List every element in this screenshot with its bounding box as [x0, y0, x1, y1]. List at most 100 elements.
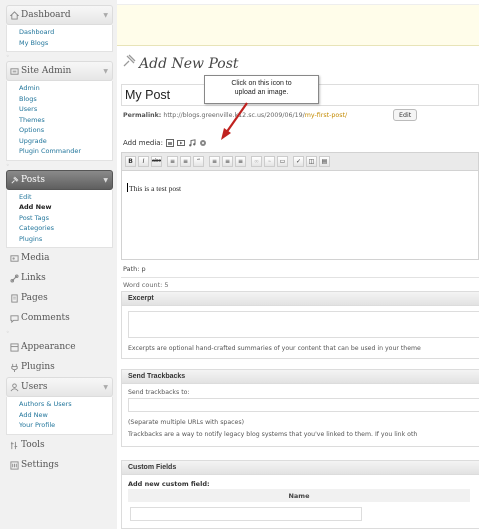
add-media-row: Add media:: [123, 139, 207, 147]
custom-field-name-header: Name: [128, 489, 470, 502]
submenu-item-themes[interactable]: Themes: [19, 115, 112, 126]
add-media-icon[interactable]: [199, 139, 207, 147]
submenu-item-plugin-commander[interactable]: Plugin Commander: [19, 146, 112, 157]
permalink-slug[interactable]: my-first-post/: [305, 112, 347, 119]
submenu-item-upgrade[interactable]: Upgrade: [19, 136, 112, 147]
menu-separator: ◦: [6, 53, 10, 60]
menu-posts[interactable]: Posts ▼: [6, 169, 113, 190]
add-image-icon[interactable]: [165, 139, 174, 147]
menu-dashboard[interactable]: Dashboard ▼: [6, 5, 113, 25]
submenu-site-admin: Admin Blogs Users Themes Options Upgrade…: [6, 81, 113, 161]
menu-comments[interactable]: Comments: [6, 308, 113, 328]
menu-users[interactable]: Users ▼: [6, 377, 113, 397]
menu-dashboard-label: Dashboard: [21, 10, 71, 20]
submenu-item-admin[interactable]: Admin: [19, 83, 112, 94]
plugins-icon: [11, 363, 18, 372]
submenu-item-add-new-user[interactable]: Add New: [19, 410, 112, 421]
excerpt-textarea[interactable]: [128, 311, 479, 338]
tools-icon: [10, 441, 18, 449]
menu-tools[interactable]: Tools: [6, 435, 113, 455]
submenu-item-edit[interactable]: Edit: [19, 192, 112, 203]
menu-settings[interactable]: Settings: [6, 455, 113, 475]
custom-field-name-input[interactable]: [130, 507, 362, 521]
menu-site-admin-label: Site Admin: [21, 66, 72, 76]
menu-users-label: Users: [21, 382, 48, 392]
strikethrough-button[interactable]: abc: [151, 156, 162, 167]
spellcheck-button[interactable]: ✓: [293, 156, 304, 167]
callout-line-2: upload an image.: [234, 89, 289, 96]
trackbacks-help: Trackbacks are a way to notify legacy bl…: [128, 431, 418, 438]
align-right-button[interactable]: ≡: [235, 156, 246, 167]
numbered-list-button[interactable]: ≡: [180, 156, 191, 167]
custom-fields-box: Custom Fields Add new custom field: Name: [121, 460, 479, 529]
pages-icon: [11, 294, 18, 303]
menu-posts-label: Posts: [21, 174, 45, 185]
add-audio-icon[interactable]: [188, 139, 196, 147]
editor-content[interactable]: This is a test post: [127, 183, 181, 193]
menu-media[interactable]: Media: [6, 248, 113, 268]
pin-icon: [123, 54, 136, 67]
submenu-item-your-profile[interactable]: Your Profile: [19, 420, 112, 431]
post-editor[interactable]: This is a test post: [121, 170, 479, 260]
word-count: Word count: 5: [121, 277, 479, 290]
edit-permalink-button[interactable]: Edit: [393, 109, 418, 121]
chevron-down-icon[interactable]: ▼: [103, 384, 108, 391]
editor-text: This is a test post: [129, 184, 182, 193]
chevron-down-icon[interactable]: ▼: [103, 12, 108, 19]
pin-icon: [11, 176, 19, 184]
excerpt-box: Excerpt Excerpts are optional hand-craft…: [121, 291, 479, 359]
more-tag-button[interactable]: ▭: [277, 156, 288, 167]
menu-site-admin[interactable]: Site Admin ▼: [6, 61, 113, 81]
submenu-item-users[interactable]: Users: [19, 104, 112, 115]
trackbacks-box-title[interactable]: Send Trackbacks: [122, 370, 479, 384]
trackbacks-note: (Separate multiple URLs with spaces): [128, 419, 244, 426]
trackbacks-input[interactable]: [128, 398, 479, 412]
submenu-item-add-new[interactable]: Add New: [19, 202, 112, 213]
kitchen-sink-button[interactable]: ▤: [319, 156, 330, 167]
editor-toolbar: B I abc ≡ ≡ “ ≡ ≡ ≡ ∞ ⌁ ▭ ✓ ◫ ▤: [121, 152, 479, 170]
menu-links-label: Links: [21, 273, 46, 283]
menu-tools-label: Tools: [21, 439, 45, 450]
submenu-item-post-tags[interactable]: Post Tags: [19, 213, 112, 224]
submenu-dashboard: Dashboard My Blogs: [6, 25, 113, 52]
menu-pages[interactable]: Pages: [6, 288, 113, 308]
italic-button[interactable]: I: [138, 156, 149, 167]
submenu-item-authors-users[interactable]: Authors & Users: [19, 399, 112, 410]
menu-appearance-label: Appearance: [21, 342, 76, 352]
add-video-icon[interactable]: [176, 139, 185, 147]
chevron-down-icon[interactable]: ▼: [103, 68, 108, 75]
menu-separator: ◦: [6, 161, 10, 169]
menu-links[interactable]: Links: [6, 268, 113, 288]
excerpt-box-title[interactable]: Excerpt: [122, 292, 479, 306]
settings-icon: [10, 460, 19, 470]
media-icon: [10, 255, 19, 262]
submenu-item-my-blogs[interactable]: My Blogs: [19, 38, 112, 49]
submenu-item-categories[interactable]: Categories: [19, 223, 112, 234]
editor-path: Path: p: [123, 265, 146, 273]
admin-sidebar: Dashboard ▼ Dashboard My Blogs ◦ Site Ad…: [0, 0, 117, 529]
blockquote-button[interactable]: “: [193, 156, 204, 167]
main-content: Add New Post My Post Permalink: http://b…: [117, 0, 479, 529]
links-icon: [10, 274, 19, 283]
menu-plugins[interactable]: Plugins: [6, 357, 113, 377]
link-button[interactable]: ∞: [251, 156, 262, 167]
align-center-button[interactable]: ≡: [222, 156, 233, 167]
appearance-icon: [10, 343, 19, 352]
submenu-item-dashboard[interactable]: Dashboard: [19, 27, 112, 38]
bold-button[interactable]: B: [125, 156, 136, 167]
unlink-button[interactable]: ⌁: [264, 156, 275, 167]
permalink-base: http://blogs.greenville.k12.sc.us/2009/0…: [163, 112, 305, 119]
submenu-item-options[interactable]: Options: [19, 125, 112, 136]
custom-fields-box-title[interactable]: Custom Fields: [122, 461, 479, 475]
submenu-item-plugins[interactable]: Plugins: [19, 234, 112, 245]
callout-line-1: Click on this icon to: [231, 80, 292, 87]
fullscreen-button[interactable]: ◫: [306, 156, 317, 167]
align-left-button[interactable]: ≡: [209, 156, 220, 167]
menu-appearance[interactable]: Appearance: [6, 337, 113, 357]
submenu-item-blogs[interactable]: Blogs: [19, 94, 112, 105]
bullet-list-button[interactable]: ≡: [167, 156, 178, 167]
custom-field-label: Add new custom field:: [128, 480, 210, 488]
add-media-label: Add media:: [123, 139, 163, 147]
users-icon: [10, 383, 19, 392]
chevron-down-icon[interactable]: ▼: [103, 177, 108, 184]
